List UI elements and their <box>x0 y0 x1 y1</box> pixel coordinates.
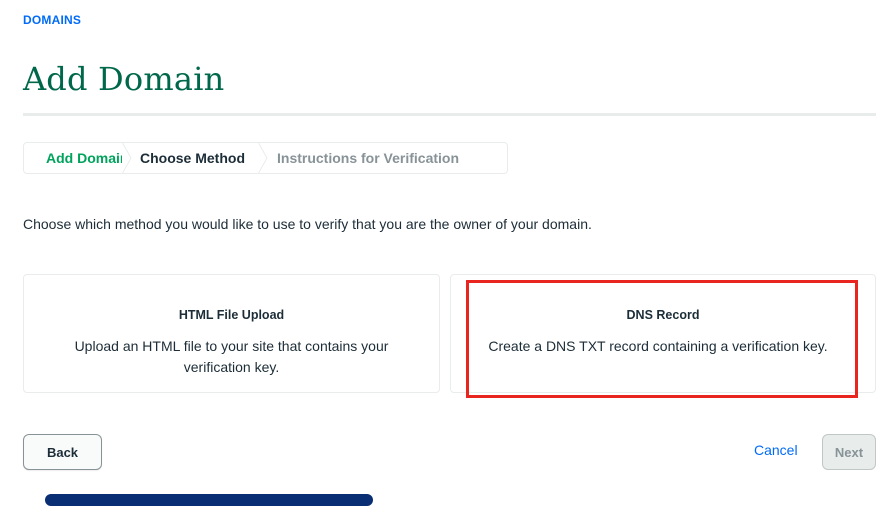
method-title: DNS Record <box>626 308 700 322</box>
step-label: Choose Method <box>140 150 245 166</box>
step-choose-method: Choose Method <box>123 143 268 173</box>
chevron-right-icon <box>258 143 268 173</box>
method-card-dns-record[interactable]: DNS Record Create a DNS TXT record conta… <box>450 274 876 393</box>
intro-text: Choose which method you would like to us… <box>23 216 592 232</box>
breadcrumb-domains-link[interactable]: DOMAINS <box>23 13 81 27</box>
page-title: Add Domain <box>23 60 225 98</box>
stepper: Add Domain Choose Method Instructions fo… <box>23 142 508 174</box>
title-divider <box>23 113 876 116</box>
step-instructions-for-verification: Instructions for Verification <box>259 143 507 173</box>
method-title: HTML File Upload <box>178 308 285 322</box>
method-description: Upload an HTML file to your site that co… <box>74 338 389 375</box>
chevron-right-icon <box>122 143 132 173</box>
step-add-domain: Add Domain <box>24 143 132 173</box>
bottom-action-bar[interactable] <box>45 494 373 506</box>
next-button[interactable]: Next <box>822 434 876 470</box>
cancel-link[interactable]: Cancel <box>754 442 798 458</box>
method-description: Create a DNS TXT record containing a ver… <box>488 338 828 354</box>
back-button[interactable]: Back <box>23 434 102 470</box>
step-label: Instructions for Verification <box>277 150 460 166</box>
step-label: Add Domain <box>46 150 129 166</box>
method-card-html-file-upload[interactable]: HTML File Upload Upload an HTML file to … <box>23 274 440 393</box>
